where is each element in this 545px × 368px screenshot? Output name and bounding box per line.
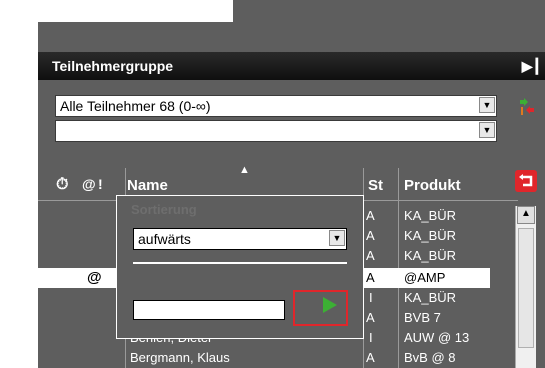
group-select[interactable]: Alle Teilnehmer 68 (0-∞) ▼ [55,95,497,117]
row-product: BvB @ 8 [404,350,456,365]
row-product: KA_BÜR [404,248,457,263]
top-strip [233,0,545,22]
return-icon[interactable] [515,170,537,192]
scroll-thumb[interactable] [518,228,534,348]
row-product: KA_BÜR [404,290,457,305]
row-status: A [366,228,375,243]
sort-direction-value: aufwärts [138,231,191,247]
popup-divider [133,262,347,264]
group-select-value: Alle Teilnehmer 68 (0-∞) [60,98,211,114]
row-status: A [366,350,375,365]
table-row[interactable]: Bergmann, Klaus A BvB @ 8 [38,348,515,368]
at-icon: @ [87,269,102,286]
header-excl[interactable]: ! [98,176,103,192]
second-select[interactable]: ▼ [55,120,497,142]
sort-popup-title: Sortierung [131,202,197,217]
header-at[interactable]: @ [82,176,96,192]
row-product: KA_BÜR [404,228,457,243]
alarm-clock-icon: ⏱ [56,176,69,193]
row-product: BVB 7 [404,310,441,325]
header-status[interactable]: St [368,177,383,194]
row-product: @AMP [404,270,446,285]
chevron-down-icon[interactable]: ▼ [479,122,495,138]
search-input[interactable] [133,300,285,320]
row-status: A [366,208,375,223]
row-name: Bergmann, Klaus [130,350,230,365]
sort-up-icon: ▲ [239,164,250,176]
header-name[interactable]: Name [127,177,168,194]
highlight-box [293,290,348,326]
header-product[interactable]: Produkt [404,177,461,194]
vertical-scrollbar[interactable]: ▲ [515,206,536,368]
row-product: AUW @ 13 [404,330,470,345]
row-status: A [366,310,375,325]
row-status: I [369,290,373,305]
outer-frame [38,22,545,50]
row-status: I [369,330,373,345]
row-product: KA_BÜR [404,208,457,223]
panel-toggle-icon[interactable]: ▶┃ [522,52,541,80]
row-status: A [366,270,375,285]
scroll-up-icon[interactable]: ▲ [517,206,535,224]
sort-direction-select[interactable]: aufwärts ▼ [133,228,347,250]
swap-icon[interactable] [516,96,538,118]
window-title: Teilnehmergruppe [52,58,174,74]
row-status: A [366,248,375,263]
chevron-down-icon[interactable]: ▼ [329,230,345,246]
title-bar: Teilnehmergruppe ▶┃ [38,52,545,80]
chevron-down-icon[interactable]: ▼ [479,97,495,113]
